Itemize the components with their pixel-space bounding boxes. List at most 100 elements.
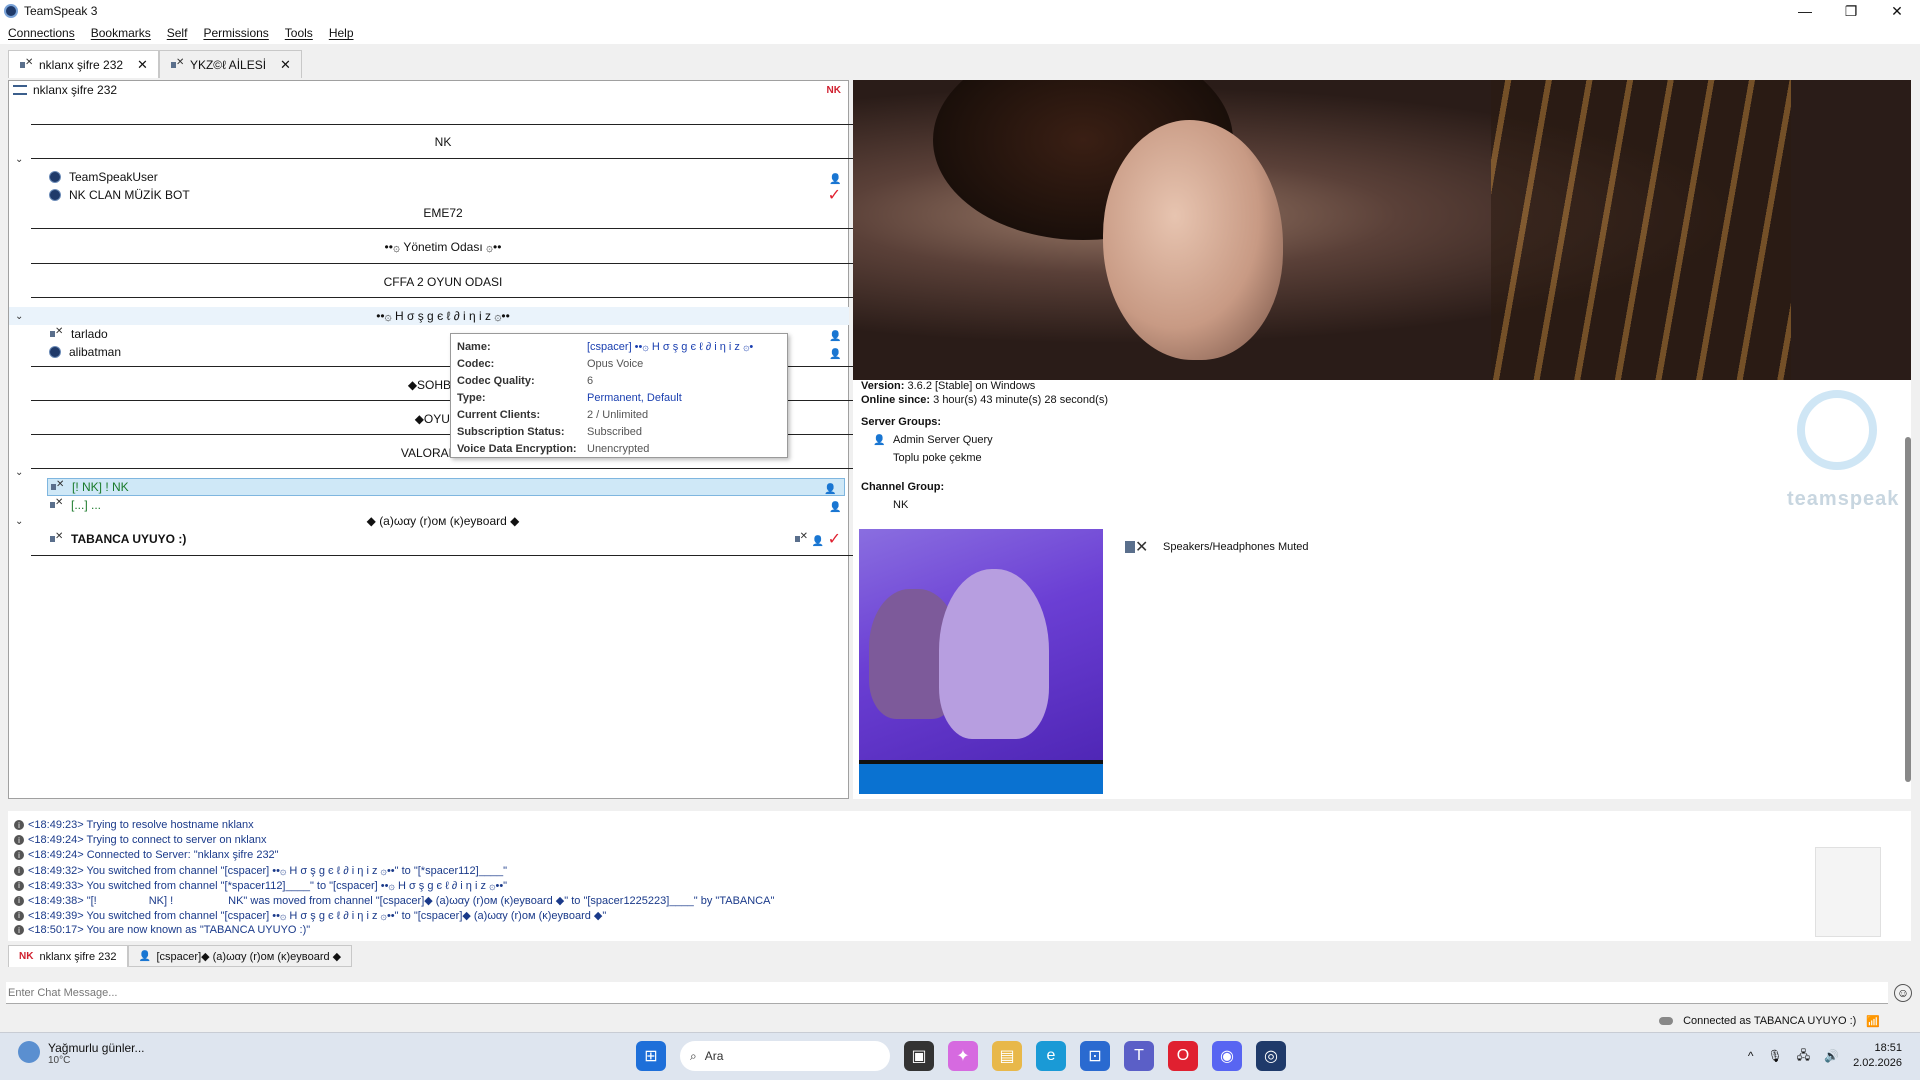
log-line: i <18:49:24> Connected to Server: "nklanx… <box>14 849 279 861</box>
user-row[interactable]: TABANCA UYUYO :) ✓ <box>9 530 849 548</box>
muted-status: Speakers/Headphones Muted <box>1123 535 1309 559</box>
weather-rain-icon <box>18 1041 40 1063</box>
server-tab-1[interactable]: nklanx şifre 232 ✕ <box>8 50 159 78</box>
group-icon <box>829 346 841 358</box>
microphone-icon[interactable]: 🎙 <box>1767 1049 1782 1063</box>
speaker-muted-icon <box>1123 535 1151 559</box>
user-tabanca: TABANCA UYUYO :) <box>49 531 186 546</box>
channel-away[interactable]: ⌄ ◆ (a)ωαу (r)ом (κ)eувoard ◆ <box>9 512 849 530</box>
user-row[interactable]: TeamSpeakUser <box>9 168 849 186</box>
speaker-muted-icon <box>49 326 63 340</box>
edge-browser-icon[interactable]: e <box>1036 1041 1066 1071</box>
discord-icon[interactable]: ◉ <box>1212 1041 1242 1071</box>
close-tab-icon[interactable]: ✕ <box>280 57 291 73</box>
chevron-down-icon[interactable]: ⌄ <box>15 154 23 165</box>
menu-bookmarks[interactable]: Bookmarks <box>91 26 151 40</box>
video-overlay <box>853 80 1911 380</box>
log-text: <18:49:33> You switched from channel "[*… <box>28 880 508 892</box>
tooltip-row: Name: [cspacer] ••۞ H σ ş g є ℓ ∂ i η i z… <box>457 338 781 355</box>
server-tab-2[interactable]: YKZ©ℓ AİLESİ ✕ <box>158 50 302 78</box>
network-icon[interactable]: 🖧 <box>1797 1046 1810 1067</box>
close-tab-icon[interactable]: ✕ <box>137 57 148 73</box>
log-line: i <18:49:32> You switched from channel "[… <box>14 864 507 877</box>
user-avatar <box>859 529 1103 794</box>
opera-icon[interactable]: O <box>1168 1041 1198 1071</box>
chevron-down-icon[interactable]: ⌄ <box>15 516 23 527</box>
teamspeak-logo: teamspeak <box>1781 390 1898 540</box>
user-row-selected[interactable]: [! NK] ! NK <box>47 478 845 496</box>
user-row[interactable]: NK CLAN MÜZİK BOT ✓ <box>9 186 849 204</box>
weather-title: Yağmurlu günler... <box>48 1041 145 1055</box>
info-icon: i <box>14 880 24 891</box>
weather-widget[interactable]: Yağmurlu günler... 10°C <box>18 1041 145 1066</box>
channel-yonetim[interactable]: ••۞ Yönetim Odası ۞•• <box>9 238 849 256</box>
menu-self[interactable]: Self <box>167 26 188 40</box>
menu-permissions[interactable]: Permissions <box>203 26 268 40</box>
info-scrollbar[interactable] <box>1905 437 1911 782</box>
document-watermark-icon <box>1815 847 1881 937</box>
emoji-icon[interactable]: ☺ <box>1894 984 1912 1002</box>
channel-eme72[interactable]: EME72 <box>9 204 849 222</box>
log-line: i <18:49:33> You switched from channel "[… <box>14 879 507 892</box>
weather-temp: 10°C <box>48 1055 71 1066</box>
chat-input[interactable]: Enter Chat Message... <box>6 982 1888 1004</box>
clock[interactable]: 18:51 2.02.2026 <box>1853 1041 1902 1071</box>
group-icon <box>829 171 841 183</box>
server-row[interactable]: nklanx şifre 232 NK <box>9 81 849 99</box>
channel-nk[interactable]: NK <box>9 133 849 151</box>
info-icon: i <box>14 850 24 860</box>
maximize-button[interactable]: ❐ <box>1828 0 1874 22</box>
server-groups-label: Server Groups: <box>861 416 942 428</box>
store-icon[interactable]: ⊡ <box>1080 1041 1110 1071</box>
channel-cffa[interactable]: CFFA 2 OYUN ODASI <box>9 273 849 291</box>
chevron-up-icon[interactable]: ^ <box>1748 1049 1754 1063</box>
info-icon: i <box>14 835 24 845</box>
user-name: TeamSpeakUser <box>69 170 158 184</box>
file-explorer-icon[interactable]: ▤ <box>992 1041 1022 1071</box>
group-icon <box>829 328 841 340</box>
window-controls: — ❐ ✕ <box>1782 0 1920 22</box>
tooltip-row: Current Clients: 2 / Unlimited <box>457 406 781 423</box>
minimize-button[interactable]: — <box>1782 0 1828 22</box>
version-line: Version: 3.6.2 [Stable] on Windows <box>861 380 1035 392</box>
online-label: Online since: <box>861 394 931 406</box>
server-groups-heading: Server Groups: <box>861 416 941 428</box>
log-text: <18:49:24> Connected to Server: "nklanx … <box>28 849 279 861</box>
menu-tools[interactable]: Tools <box>285 26 313 40</box>
teamspeak-app-icon <box>4 4 18 18</box>
menu-connections[interactable]: Connections <box>8 26 75 40</box>
chevron-down-icon[interactable]: ⌄ <box>15 467 23 478</box>
log-line: i <18:49:39> You switched from channel "[… <box>14 909 606 922</box>
windows-start-icon[interactable]: ⊞ <box>636 1041 666 1071</box>
mic-muted-icon <box>794 531 808 545</box>
tooltip-key: Current Clients: <box>457 408 541 421</box>
online-value: 3 hour(s) 43 minute(s) 28 second(s) <box>933 394 1108 406</box>
chat-tab-server[interactable]: NK nklanx şifre 232 <box>8 945 128 967</box>
tooltip-row: Subscription Status: Subscribed <box>457 423 781 440</box>
logo-text: teamspeak <box>1787 488 1900 510</box>
taskbar-search[interactable]: ⌕ Ara <box>680 1041 890 1071</box>
channel-tooltip: Name: [cspacer] ••۞ H σ ş g є ℓ ∂ i η i z… <box>450 333 788 458</box>
user-badges <box>829 171 841 183</box>
copilot-icon[interactable]: ✦ <box>948 1041 978 1071</box>
taskbar-apps: ⊞ ⌕ Ara ▣ ✦ ▤ e ⊡ T O ◉ ◎ <box>636 1041 1286 1071</box>
chat-tab-channel[interactable]: [cspacer]◆ (a)ωαу (r)ом (κ)eувoard ◆ <box>127 945 353 967</box>
task-view-icon[interactable]: ▣ <box>904 1041 934 1071</box>
avatar-person <box>939 569 1049 739</box>
volume-icon[interactable]: 🔊 <box>1824 1049 1839 1063</box>
close-window-button[interactable]: ✕ <box>1874 0 1920 22</box>
teamspeak-taskbar-icon[interactable]: ◎ <box>1256 1041 1286 1071</box>
group-icon <box>873 434 885 446</box>
user-badges <box>829 328 841 340</box>
chevron-down-icon[interactable]: ⌄ <box>15 311 23 322</box>
channel-hosgeldiniz[interactable]: ⌄ ••۞ H σ ş g є ℓ ∂ i η i z ۞•• <box>9 307 849 325</box>
info-panel: Version: 3.6.2 [Stable] on Windows Onlin… <box>853 80 1911 799</box>
teams-icon[interactable]: T <box>1124 1041 1154 1071</box>
log-line: i <18:49:23> Trying to resolve hostname n… <box>14 819 254 831</box>
system-tray: ^ 🎙 🖧 🔊 18:51 2.02.2026 <box>1748 1041 1902 1071</box>
server-group-item: Toplu poke çekme <box>893 452 982 464</box>
speaker-muted-icon <box>170 57 184 71</box>
menu-help[interactable]: Help <box>329 26 354 40</box>
tooltip-value: 2 / Unlimited <box>587 408 649 421</box>
server-tabs: nklanx şifre 232 ✕ YKZ©ℓ AİLESİ ✕ <box>8 50 302 78</box>
